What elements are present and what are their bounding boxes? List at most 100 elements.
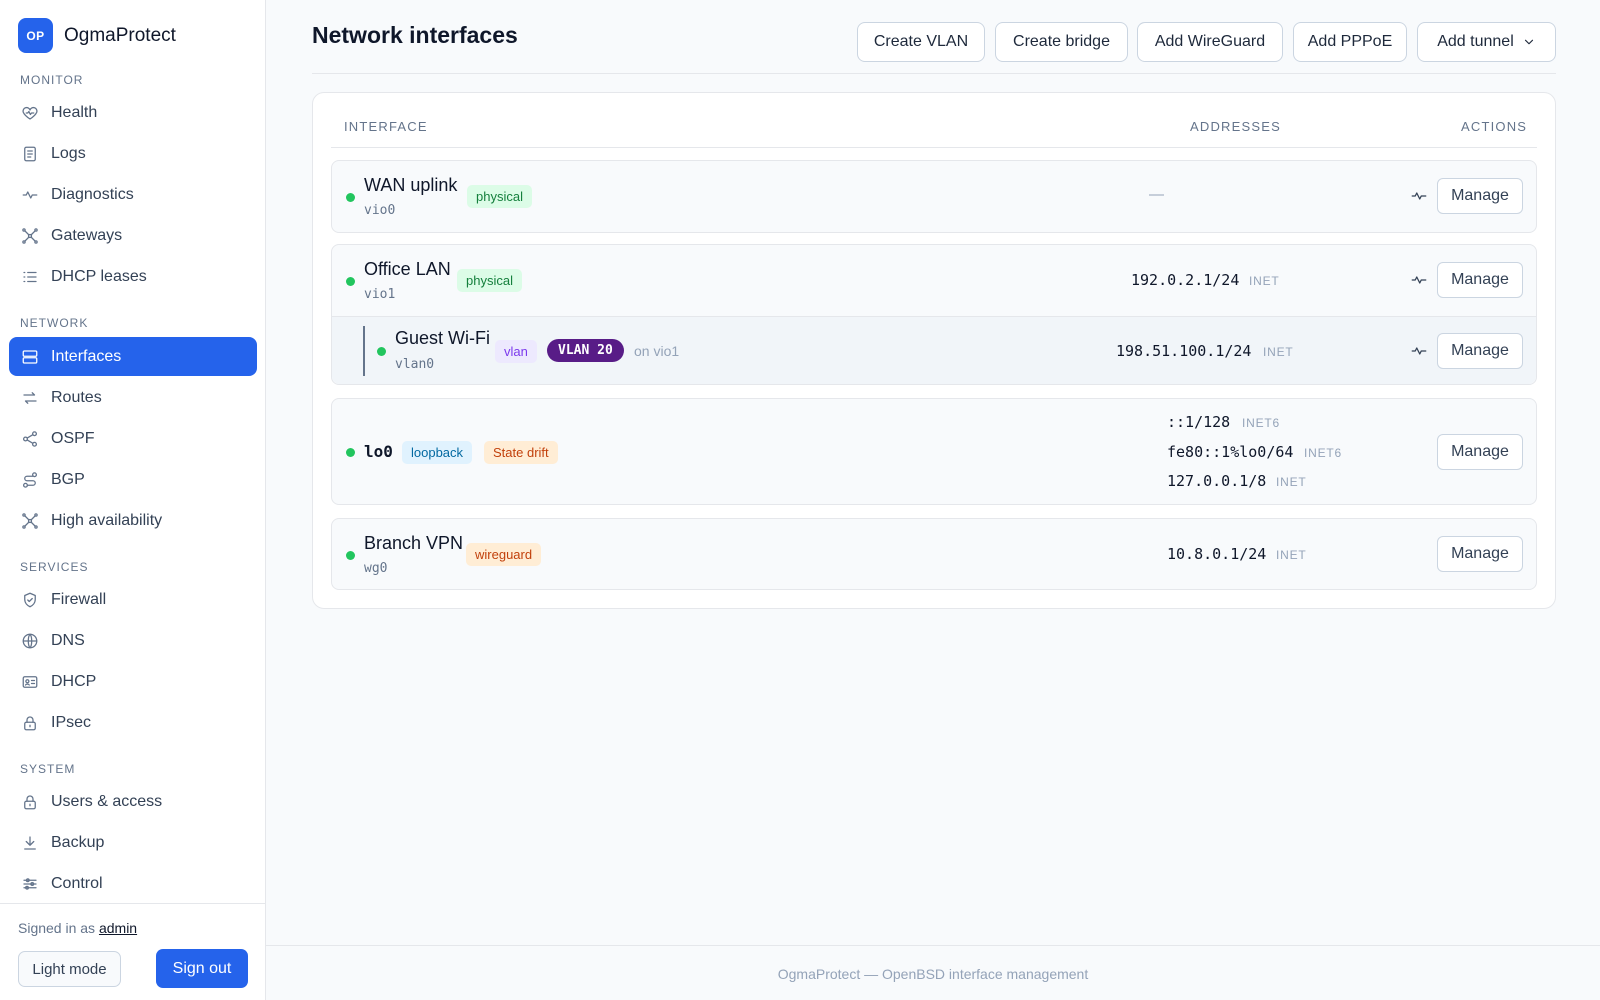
sidebar-item-logs[interactable]: Logs	[9, 134, 257, 173]
address-family: INET6	[1242, 416, 1281, 430]
download-icon	[21, 834, 39, 852]
sidebar-item-label: Gateways	[51, 226, 123, 244]
sidebar-item-label: Users & access	[51, 792, 163, 810]
document-icon	[21, 145, 39, 163]
manage-button[interactable]: Manage	[1437, 178, 1523, 214]
sidebar-item-control[interactable]: Control	[9, 864, 257, 903]
sidebar-item-dhcp[interactable]: DHCP	[9, 662, 257, 701]
type-badge: wireguard	[466, 543, 542, 566]
route-icon	[21, 471, 39, 489]
add-pppoe-button[interactable]: Add PPPoE	[1293, 22, 1407, 62]
table-row-office-lan: Office LAN vio1 physical 192.0.2.1/24 IN…	[331, 244, 1537, 385]
footer-divider	[266, 945, 1600, 946]
interface-name: Branch VPN	[364, 533, 464, 553]
interface-name: lo0	[364, 442, 393, 461]
table-row-lo0: lo0 loopback State drift ::1/128 INET6 f…	[331, 398, 1537, 505]
sidebar-item-label: Diagnostics	[51, 185, 134, 203]
sidebar-item-firewall[interactable]: Firewall	[9, 580, 257, 619]
light-mode-button[interactable]: Light mode	[18, 951, 121, 987]
current-user-link[interactable]: admin	[99, 920, 137, 936]
address-value: 10.8.0.1/24	[1167, 545, 1267, 563]
sidebar-item-users-access[interactable]: Users & access	[9, 782, 257, 821]
manage-button[interactable]: Manage	[1437, 262, 1523, 298]
brand-name: OgmaProtect	[64, 24, 176, 46]
sidebar-item-gateways[interactable]: Gateways	[9, 216, 257, 255]
address-value: fe80::1%lo0/64	[1167, 443, 1294, 461]
sidebar-item-health[interactable]: Health	[9, 93, 257, 132]
list-icon	[21, 268, 39, 286]
share-icon	[21, 430, 39, 448]
heart-icon	[21, 104, 39, 122]
sidebar-item-label: High availability	[51, 511, 163, 529]
brand[interactable]: OP OgmaProtect	[18, 18, 176, 53]
address-value: 198.51.100.1/24	[1116, 342, 1252, 360]
add-tunnel-dropdown[interactable]: Add tunnel	[1417, 22, 1556, 62]
sign-out-button[interactable]: Sign out	[156, 949, 248, 988]
lock-icon	[21, 793, 39, 811]
pulse-icon[interactable]	[1410, 342, 1428, 360]
sidebar-footer: Signed in as admin Light mode Sign out	[0, 903, 266, 1000]
table-row-guest-wifi: Guest Wi-Fi vlan0 vlan VLAN 20 on vio1 1…	[332, 316, 1536, 384]
interfaces-table: INTERFACE ADDRESSES ACTIONS WAN uplink v…	[312, 92, 1556, 609]
sidebar-item-label: Backup	[51, 833, 105, 851]
sidebar-item-routes[interactable]: Routes	[9, 378, 257, 417]
interfaces-icon	[21, 348, 39, 366]
column-header-addresses: ADDRESSES	[1190, 119, 1281, 134]
network-nodes-icon	[21, 227, 39, 245]
pulse-icon[interactable]	[1410, 271, 1428, 289]
sidebar-item-high-availability[interactable]: High availability	[9, 501, 257, 540]
pulse-icon	[21, 186, 39, 204]
nav-section-system: SYSTEM	[20, 762, 76, 776]
address-family: INET6	[1304, 446, 1343, 460]
manage-button[interactable]: Manage	[1437, 536, 1523, 572]
manage-button[interactable]: Manage	[1437, 333, 1523, 369]
status-up-indicator	[346, 277, 355, 286]
sliders-icon	[21, 875, 39, 893]
pulse-icon[interactable]	[1410, 187, 1428, 205]
status-up-indicator	[346, 551, 355, 560]
interface-device: vio0	[364, 203, 396, 218]
sidebar-item-label: Control	[51, 874, 103, 892]
page-title: Network interfaces	[312, 22, 518, 48]
add-wireguard-button[interactable]: Add WireGuard	[1137, 22, 1283, 62]
interface-device: wg0	[364, 561, 388, 576]
sidebar-item-label: BGP	[51, 470, 85, 488]
status-up-indicator	[377, 347, 386, 356]
address-value: 192.0.2.1/24	[1131, 271, 1240, 289]
vlan-id-badge: VLAN 20	[547, 339, 624, 362]
sidebar-item-dns[interactable]: DNS	[9, 621, 257, 660]
header-divider	[312, 73, 1556, 74]
sidebar-item-interfaces[interactable]: Interfaces	[9, 337, 257, 376]
create-bridge-button[interactable]: Create bridge	[995, 22, 1128, 62]
sidebar-item-diagnostics[interactable]: Diagnostics	[9, 175, 257, 214]
sidebar-item-bgp[interactable]: BGP	[9, 460, 257, 499]
type-badge: loopback	[402, 441, 473, 464]
sidebar: OP OgmaProtect MONITOR Health Logs Diagn…	[0, 0, 266, 1000]
address-value: ::1/128	[1167, 413, 1231, 431]
sidebar-item-dhcp-leases[interactable]: DHCP leases	[9, 257, 257, 296]
column-header-interface: INTERFACE	[344, 119, 428, 134]
address-family: INET	[1263, 345, 1294, 359]
sidebar-item-label: Firewall	[51, 590, 107, 608]
create-vlan-button[interactable]: Create VLAN	[857, 22, 985, 62]
sidebar-item-ospf[interactable]: OSPF	[9, 419, 257, 458]
manage-button[interactable]: Manage	[1437, 434, 1523, 470]
interface-device: vlan0	[395, 357, 435, 372]
sidebar-item-ipsec[interactable]: IPsec	[9, 703, 257, 742]
globe-icon	[21, 632, 39, 650]
type-badge: vlan	[495, 340, 537, 363]
nav-section-monitor: MONITOR	[20, 73, 84, 87]
sidebar-item-label: IPsec	[51, 713, 92, 731]
sidebar-item-backup[interactable]: Backup	[9, 823, 257, 862]
page-footer: OgmaProtect — OpenBSD interface manageme…	[777, 966, 1089, 982]
type-badge: physical	[467, 185, 532, 208]
table-row-branch-vpn: Branch VPN wg0 wireguard 10.8.0.1/24 INE…	[331, 518, 1537, 590]
interface-name: WAN uplink	[364, 175, 458, 195]
parent-interface: on vio1	[634, 343, 680, 359]
sidebar-item-label: Interfaces	[51, 347, 122, 365]
address-family: INET	[1276, 548, 1307, 562]
shield-icon	[21, 591, 39, 609]
status-up-indicator	[346, 448, 355, 457]
type-badge: physical	[457, 269, 522, 292]
status-up-indicator	[346, 193, 355, 202]
